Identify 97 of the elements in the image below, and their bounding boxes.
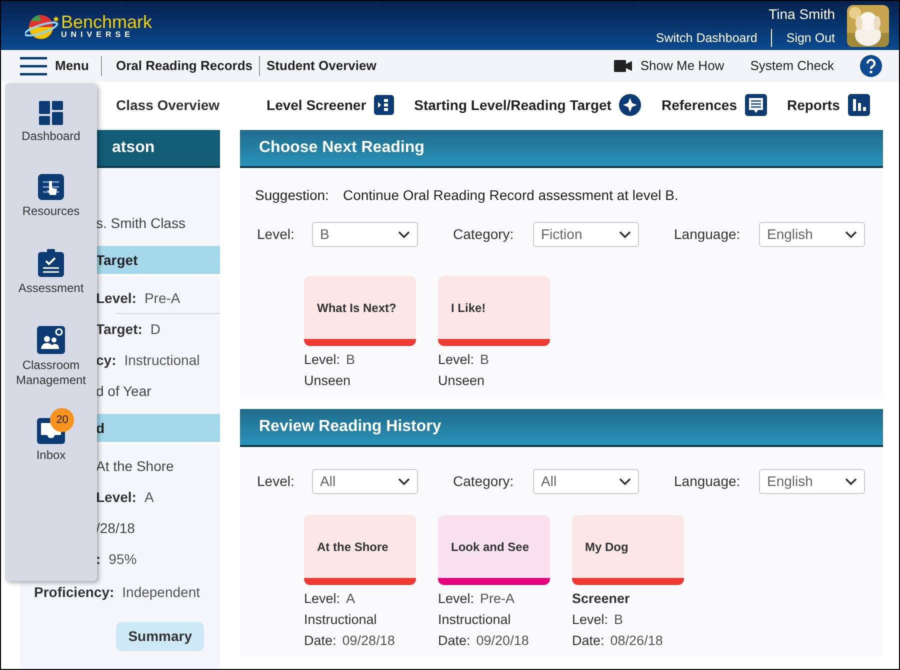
field-value: Pre-A [144,289,180,308]
field-value: 95% [108,550,137,569]
chevron-down-icon [398,230,410,238]
chevron-down-icon [619,230,631,238]
section-header: Review Reading History [240,409,883,447]
summary-button[interactable]: Summary [116,622,204,651]
suggestion-text: Continue Oral Reading Record assessment at level B. [342,186,678,205]
card-field-value: B [346,351,356,369]
panel-text: s. Smith Class [96,214,186,233]
book-card[interactable]: At the Shore [304,515,416,585]
filter-label: Level: [257,472,296,491]
book-card[interactable]: Look and See [438,515,550,585]
panel-text: d of Year [96,382,152,401]
filter-label: Language: [674,225,742,244]
book-title: Look and See [451,538,530,556]
screener-icon [374,95,394,115]
chevron-down-icon [845,478,857,486]
chevron-down-icon [398,478,410,486]
card-field-label: Date: [438,632,470,650]
filter-dropdown[interactable]: B [312,222,418,247]
field-label: Level: [96,488,136,507]
book-card[interactable]: My Dog [572,515,684,585]
card-field-label: Level: [304,590,340,608]
book-card[interactable]: What Is Next? [304,276,416,346]
filter-dropdown[interactable]: Fiction [533,222,639,247]
card-field-value: Pre-A [480,590,515,608]
toolbar-link[interactable]: References [661,94,767,116]
field-label: : [96,550,101,569]
card-field-value: 09/28/18 [342,632,395,650]
card-status: Instructional [438,611,512,629]
card-status: Unseen [438,372,486,390]
card-field-label: Level: [438,590,474,608]
book-title: What Is Next? [317,300,396,316]
card-status: Instructional [304,611,378,629]
book-title: At the Shore [317,538,388,556]
section-header: Choose Next Reading [240,130,883,168]
people-icon [37,326,65,354]
card-field-value: B [614,611,624,629]
side-menu-item[interactable]: Resources [22,174,80,219]
toolbar-link[interactable]: Level Screener [266,94,394,116]
card-field-value: 09/20/18 [476,632,529,650]
class-overview-link[interactable]: Class Overview [116,94,220,116]
breadcrumb-link[interactable]: Student Overview [258,56,376,76]
card-field-value: 08/26/18 [610,632,663,650]
document-icon [744,94,767,116]
filter-dropdown[interactable]: English [759,469,865,494]
video-camera-icon [614,60,632,72]
filter-label: Level: [257,225,296,244]
toolbar-link[interactable]: Starting Level/Reading Target [414,94,642,116]
filter-label: Category: [453,225,515,244]
filter-label: Language: [674,472,742,491]
card-type: Screener [572,590,631,608]
card-status: Unseen [304,372,352,390]
filter-dropdown[interactable]: All [312,469,418,494]
filter-dropdown[interactable]: All [533,469,639,494]
chevron-down-icon [619,478,631,486]
header-link[interactable]: Sign Out [771,28,835,48]
system-check-link[interactable]: System Check [750,56,834,76]
card-field-label: Date: [572,632,604,650]
panel-text: At the Shore [96,457,174,476]
field-value: A [144,488,154,507]
book-card[interactable]: I Like! [438,276,550,346]
field-label: Target: [96,320,142,339]
field-label: cy: [96,351,116,370]
menu-button[interactable]: Menu [20,56,89,76]
book-title: My Dog [585,538,628,556]
book-title: I Like! [451,300,486,316]
card-field-label: Level: [572,611,608,629]
chevron-down-icon [845,230,857,238]
field-value: Independent [122,583,200,602]
field-label: Proficiency: [34,583,114,602]
field-label: Level: [96,289,136,308]
clipboard-icon [38,249,64,277]
panel-text: /28/18 [96,519,135,538]
dashboard-icon [39,101,63,125]
help-icon[interactable] [860,55,882,77]
benchmark-universe-logo[interactable]: Benchmark UNIVERSE [25,12,152,40]
toolbar-link[interactable]: Reports [786,94,870,116]
side-menu-item[interactable]: Classroom Management [5,326,97,388]
notification-badge: 20 [50,408,74,432]
filter-label: Category: [453,472,515,491]
card-field-value: A [346,590,356,608]
field-value: Instructional [124,351,200,370]
header-link[interactable]: Switch Dashboard [656,28,758,48]
card-field-label: Level: [304,351,340,369]
bar-chart-icon [848,94,870,116]
breadcrumb-link[interactable]: Oral Reading Records [100,56,252,76]
touch-screen-icon [38,174,64,200]
card-field-label: Level: [438,351,474,369]
card-field-label: Date: [304,632,336,650]
suggestion-label: Suggestion: [255,186,329,205]
menu-icon [20,56,47,76]
card-field-value: B [480,351,490,369]
show-me-how-link[interactable]: Show Me How [614,56,724,76]
field-value: D [150,320,161,339]
user-name: Tina Smith [768,4,835,24]
filter-dropdown[interactable]: English [759,222,865,247]
